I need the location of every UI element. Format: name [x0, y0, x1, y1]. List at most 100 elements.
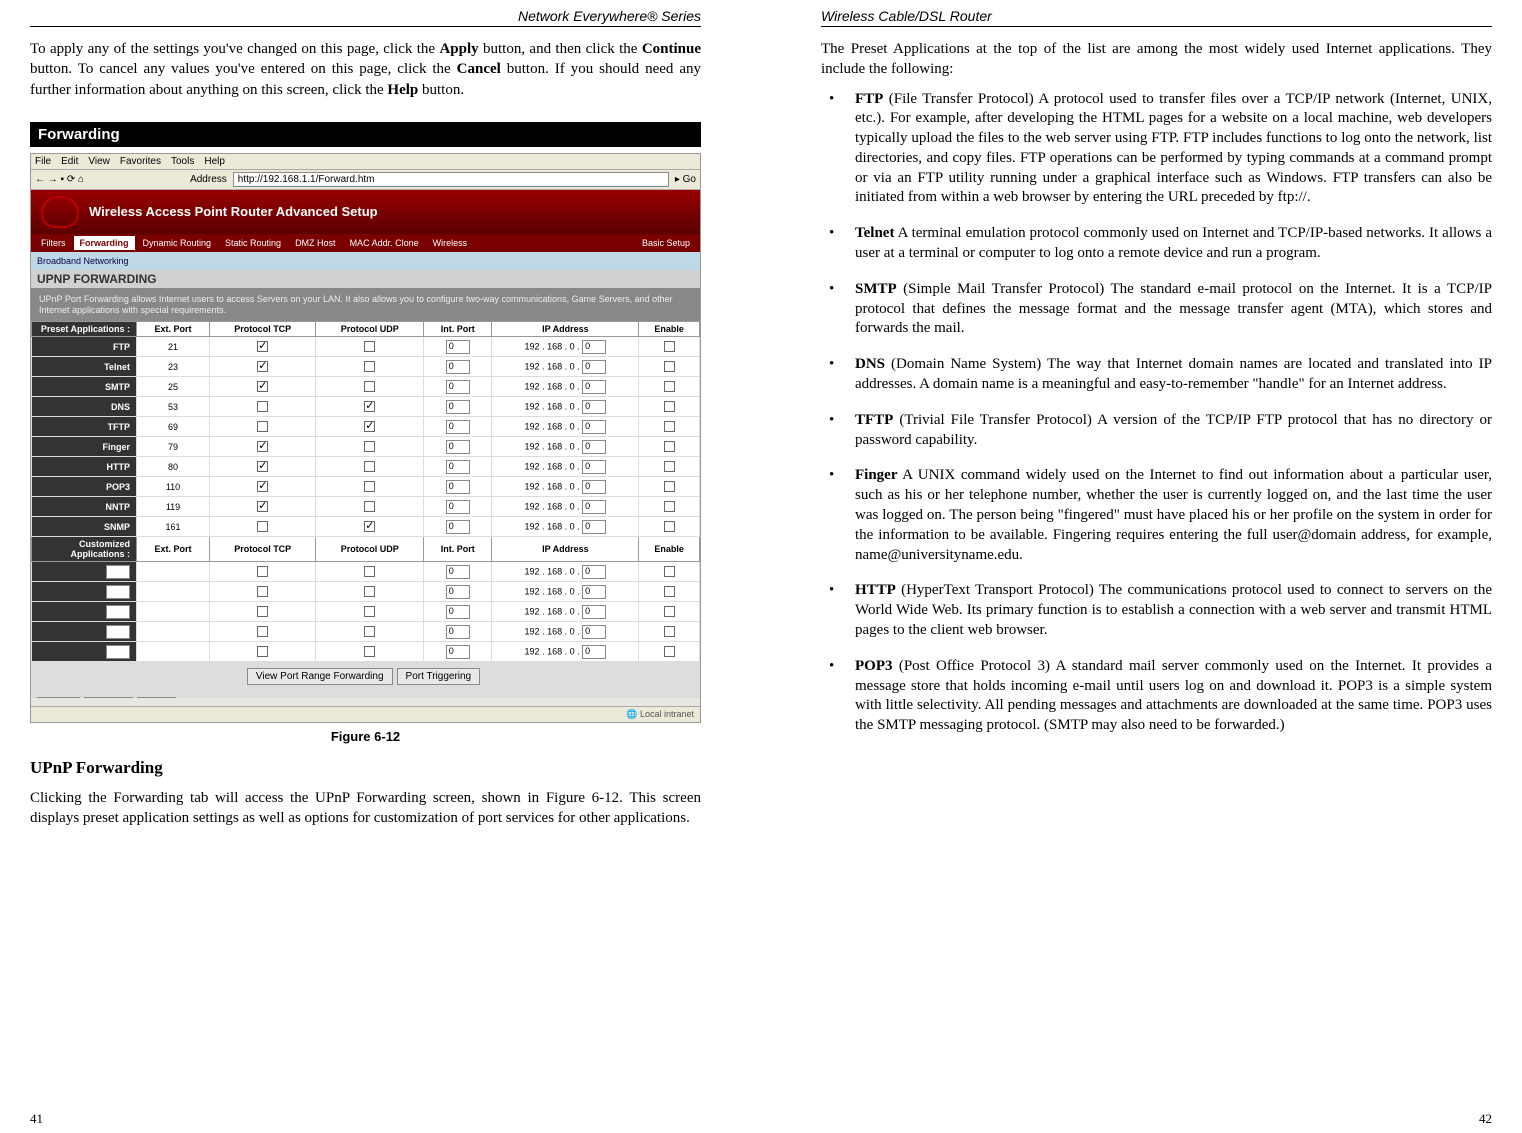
int-port[interactable]: 0	[424, 602, 492, 622]
int-port[interactable]: 0	[424, 357, 492, 377]
link-view-port-range-forwarding[interactable]: View Port Range Forwarding	[247, 668, 393, 685]
int-port[interactable]: 0	[424, 477, 492, 497]
udp-check[interactable]	[316, 582, 424, 602]
menu-help[interactable]: Help	[204, 156, 225, 167]
tab-basic-setup[interactable]: Basic Setup	[636, 236, 696, 250]
udp-check[interactable]	[316, 377, 424, 397]
ip-address[interactable]: 192 . 168 . 0 . 0	[492, 582, 639, 602]
int-port[interactable]: 0	[424, 582, 492, 602]
menu-tools[interactable]: Tools	[171, 156, 194, 167]
enable-check[interactable]	[639, 582, 700, 602]
link-port-triggering[interactable]: Port Triggering	[397, 668, 481, 685]
udp-check[interactable]	[316, 517, 424, 537]
enable-check[interactable]	[639, 602, 700, 622]
enable-check[interactable]	[639, 517, 700, 537]
udp-check[interactable]	[316, 477, 424, 497]
int-port[interactable]: 0	[424, 437, 492, 457]
tab-static-routing[interactable]: Static Routing	[219, 236, 287, 250]
ext-port-c[interactable]	[137, 642, 210, 662]
tcp-check[interactable]	[210, 357, 316, 377]
ip-address[interactable]: 192 . 168 . 0 . 0	[492, 417, 639, 437]
udp-check[interactable]	[316, 337, 424, 357]
tcp-check[interactable]	[210, 477, 316, 497]
tcp-check[interactable]	[210, 437, 316, 457]
enable-check[interactable]	[639, 622, 700, 642]
menu-view[interactable]: View	[88, 156, 110, 167]
int-port[interactable]: 0	[424, 397, 492, 417]
tcp-check[interactable]	[210, 582, 316, 602]
menu-favorites[interactable]: Favorites	[120, 156, 161, 167]
ext-port-c[interactable]	[137, 622, 210, 642]
udp-check[interactable]	[316, 357, 424, 377]
ext-port-c[interactable]	[137, 562, 210, 582]
ext-port-c[interactable]	[137, 602, 210, 622]
enable-check[interactable]	[639, 457, 700, 477]
int-port[interactable]: 0	[424, 377, 492, 397]
enable-check[interactable]	[639, 337, 700, 357]
int-port[interactable]: 0	[424, 417, 492, 437]
enable-check[interactable]	[639, 357, 700, 377]
menu-file[interactable]: File	[35, 156, 51, 167]
custom-ext-port[interactable]: 0	[32, 622, 137, 642]
tcp-check[interactable]	[210, 377, 316, 397]
ip-address[interactable]: 192 . 168 . 0 . 0	[492, 602, 639, 622]
tcp-check[interactable]	[210, 497, 316, 517]
ip-address[interactable]: 192 . 168 . 0 . 0	[492, 622, 639, 642]
ip-address[interactable]: 192 . 168 . 0 . 0	[492, 397, 639, 417]
enable-check[interactable]	[639, 477, 700, 497]
ip-address[interactable]: 192 . 168 . 0 . 0	[492, 377, 639, 397]
udp-check[interactable]	[316, 622, 424, 642]
tcp-check[interactable]	[210, 417, 316, 437]
enable-check[interactable]	[639, 497, 700, 517]
tab-wireless[interactable]: Wireless	[427, 236, 474, 250]
ip-address[interactable]: 192 . 168 . 0 . 0	[492, 457, 639, 477]
udp-check[interactable]	[316, 417, 424, 437]
udp-check[interactable]	[316, 602, 424, 622]
int-port[interactable]: 0	[424, 622, 492, 642]
int-port[interactable]: 0	[424, 337, 492, 357]
tab-filters[interactable]: Filters	[35, 236, 72, 250]
go-icon[interactable]: ▸ Go	[675, 174, 696, 185]
enable-check[interactable]	[639, 417, 700, 437]
tab-dmz-host[interactable]: DMZ Host	[289, 236, 342, 250]
ip-address[interactable]: 192 . 168 . 0 . 0	[492, 477, 639, 497]
enable-check[interactable]	[639, 377, 700, 397]
udp-check[interactable]	[316, 642, 424, 662]
tcp-check[interactable]	[210, 642, 316, 662]
udp-check[interactable]	[316, 437, 424, 457]
udp-check[interactable]	[316, 562, 424, 582]
tab-forwarding[interactable]: Forwarding	[74, 236, 135, 250]
tab-mac-addr-clone[interactable]: MAC Addr. Clone	[344, 236, 425, 250]
ip-address[interactable]: 192 . 168 . 0 . 0	[492, 357, 639, 377]
int-port[interactable]: 0	[424, 457, 492, 477]
ip-address[interactable]: 192 . 168 . 0 . 0	[492, 497, 639, 517]
enable-check[interactable]	[639, 397, 700, 417]
tcp-check[interactable]	[210, 602, 316, 622]
tcp-check[interactable]	[210, 517, 316, 537]
ext-port-c[interactable]	[137, 582, 210, 602]
udp-check[interactable]	[316, 397, 424, 417]
custom-ext-port[interactable]: 0	[32, 582, 137, 602]
tcp-check[interactable]	[210, 337, 316, 357]
enable-check[interactable]	[639, 437, 700, 457]
tcp-check[interactable]	[210, 397, 316, 417]
ip-address[interactable]: 192 . 168 . 0 . 0	[492, 642, 639, 662]
custom-ext-port[interactable]: 0	[32, 562, 137, 582]
tcp-check[interactable]	[210, 622, 316, 642]
custom-ext-port[interactable]: 0	[32, 642, 137, 662]
ip-address[interactable]: 192 . 168 . 0 . 0	[492, 337, 639, 357]
int-port[interactable]: 0	[424, 517, 492, 537]
ip-address[interactable]: 192 . 168 . 0 . 0	[492, 437, 639, 457]
tcp-check[interactable]	[210, 457, 316, 477]
ip-address[interactable]: 192 . 168 . 0 . 0	[492, 517, 639, 537]
enable-check[interactable]	[639, 642, 700, 662]
udp-check[interactable]	[316, 497, 424, 517]
int-port[interactable]: 0	[424, 642, 492, 662]
tab-dynamic-routing[interactable]: Dynamic Routing	[137, 236, 218, 250]
address-box[interactable]: http://192.168.1.1/Forward.htm	[233, 172, 669, 187]
enable-check[interactable]	[639, 562, 700, 582]
int-port[interactable]: 0	[424, 497, 492, 517]
custom-ext-port[interactable]: 0	[32, 602, 137, 622]
tcp-check[interactable]	[210, 562, 316, 582]
menu-edit[interactable]: Edit	[61, 156, 78, 167]
